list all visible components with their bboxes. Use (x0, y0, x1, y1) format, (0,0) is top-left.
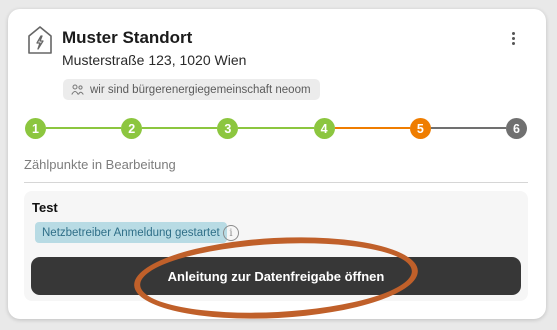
step-4: 4 (313, 118, 335, 139)
open-data-release-guide-button[interactable]: Anleitung zur Datenfreigabe öffnen (31, 257, 521, 295)
metering-point-name: Test (32, 200, 58, 215)
divider (24, 182, 528, 183)
kebab-menu-icon[interactable] (503, 30, 523, 50)
community-tag: wir sind bürgerenergiegemeinschaft neoom (63, 79, 320, 100)
community-tag-label: wir sind bürgerenergiegemeinschaft neoom (90, 83, 311, 96)
step-6: 6 (506, 118, 527, 139)
step-5: 5 (409, 118, 431, 139)
info-icon[interactable]: i (223, 225, 239, 241)
house-lightning-icon (28, 26, 52, 54)
status-badge: Netzbetreiber Anmeldung gestartet (35, 222, 227, 243)
location-title: Muster Standort (62, 28, 193, 47)
location-address: Musterstraße 123, 1020 Wien (62, 52, 247, 68)
section-label: Zählpunkte in Bearbeitung (24, 157, 176, 172)
step-1: 1 (25, 118, 46, 139)
people-icon (71, 84, 84, 95)
